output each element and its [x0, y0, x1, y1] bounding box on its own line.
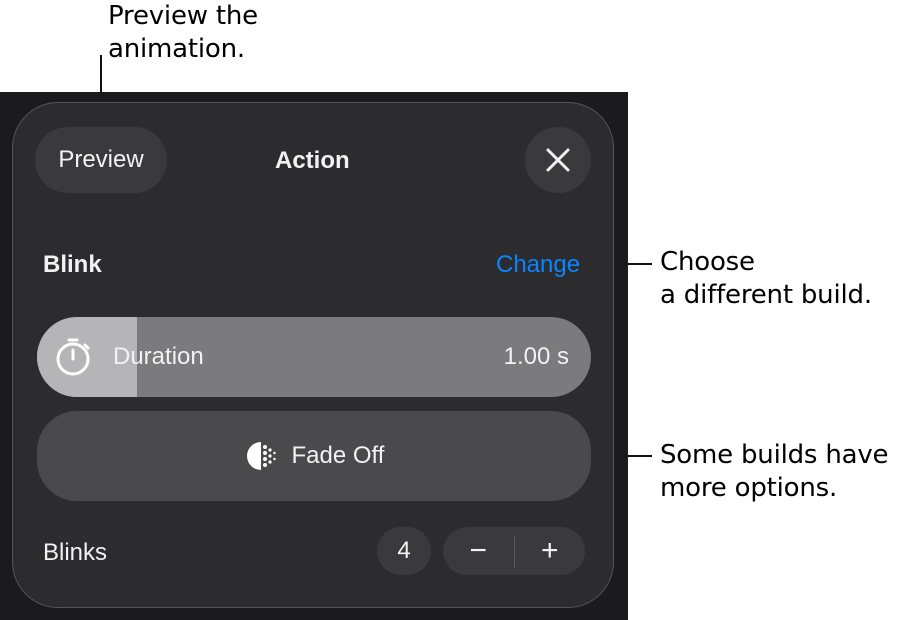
preview-button-label: Preview — [58, 146, 144, 173]
blinks-increment-button[interactable]: + — [515, 527, 586, 575]
callout-preview-line2: animation. — [108, 34, 245, 64]
callout-preview-line1: Preview the — [108, 1, 258, 31]
action-panel: Preview Action Blink Change Duration 1.0… — [12, 102, 614, 608]
preview-button[interactable]: Preview — [35, 127, 167, 193]
stopwatch-icon — [56, 338, 90, 376]
duration-slider[interactable]: Duration 1.00 s — [37, 317, 591, 397]
blinks-label: Blinks — [43, 539, 108, 566]
callout-options-line1: Some builds have — [660, 440, 889, 470]
build-name: Blink — [43, 251, 102, 278]
blinks-stepper: − + — [443, 527, 585, 575]
fade-off-button[interactable]: Fade Off — [37, 411, 591, 501]
fade-dots-icon — [246, 442, 276, 470]
callout-change-line1: Choose — [660, 247, 755, 277]
callout-change: Choose a different build. — [660, 246, 872, 312]
callout-options: Some builds have more options. — [660, 439, 889, 505]
duration-label: Duration — [113, 343, 204, 370]
device-screen: Preview Action Blink Change Duration 1.0… — [0, 92, 628, 620]
duration-value: 1.00 s — [503, 343, 569, 370]
close-icon — [546, 148, 570, 172]
blinks-count: 4 — [377, 527, 431, 575]
panel-title: Action — [275, 147, 350, 174]
callout-preview: Preview the animation. — [108, 0, 258, 66]
change-build-link[interactable]: Change — [496, 251, 580, 279]
blinks-decrement-button[interactable]: − — [443, 527, 514, 575]
callout-options-line2: more options. — [660, 473, 838, 503]
callout-change-line2: a different build. — [660, 280, 872, 310]
close-button[interactable] — [525, 127, 591, 193]
fade-off-label: Fade Off — [291, 442, 385, 469]
